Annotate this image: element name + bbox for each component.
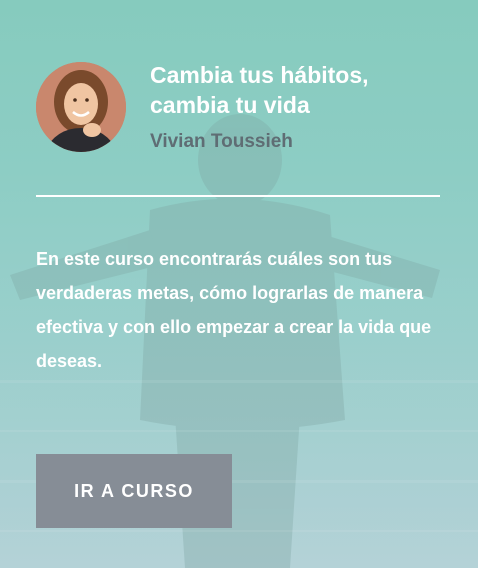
course-description: En este curso encontrarás cuáles son tus… xyxy=(36,249,432,371)
author-avatar xyxy=(36,62,126,152)
course-card: Cambia tus hábitos, cambia tu vida Vivia… xyxy=(0,0,478,568)
course-content: Cambia tus hábitos, cambia tu vida Vivia… xyxy=(0,0,478,568)
divider xyxy=(36,195,440,197)
course-author: Vivian Toussieh xyxy=(150,131,293,152)
course-title: Cambia tus hábitos, cambia tu vida xyxy=(150,62,369,118)
go-to-course-button[interactable]: IR A CURSO xyxy=(36,454,232,528)
